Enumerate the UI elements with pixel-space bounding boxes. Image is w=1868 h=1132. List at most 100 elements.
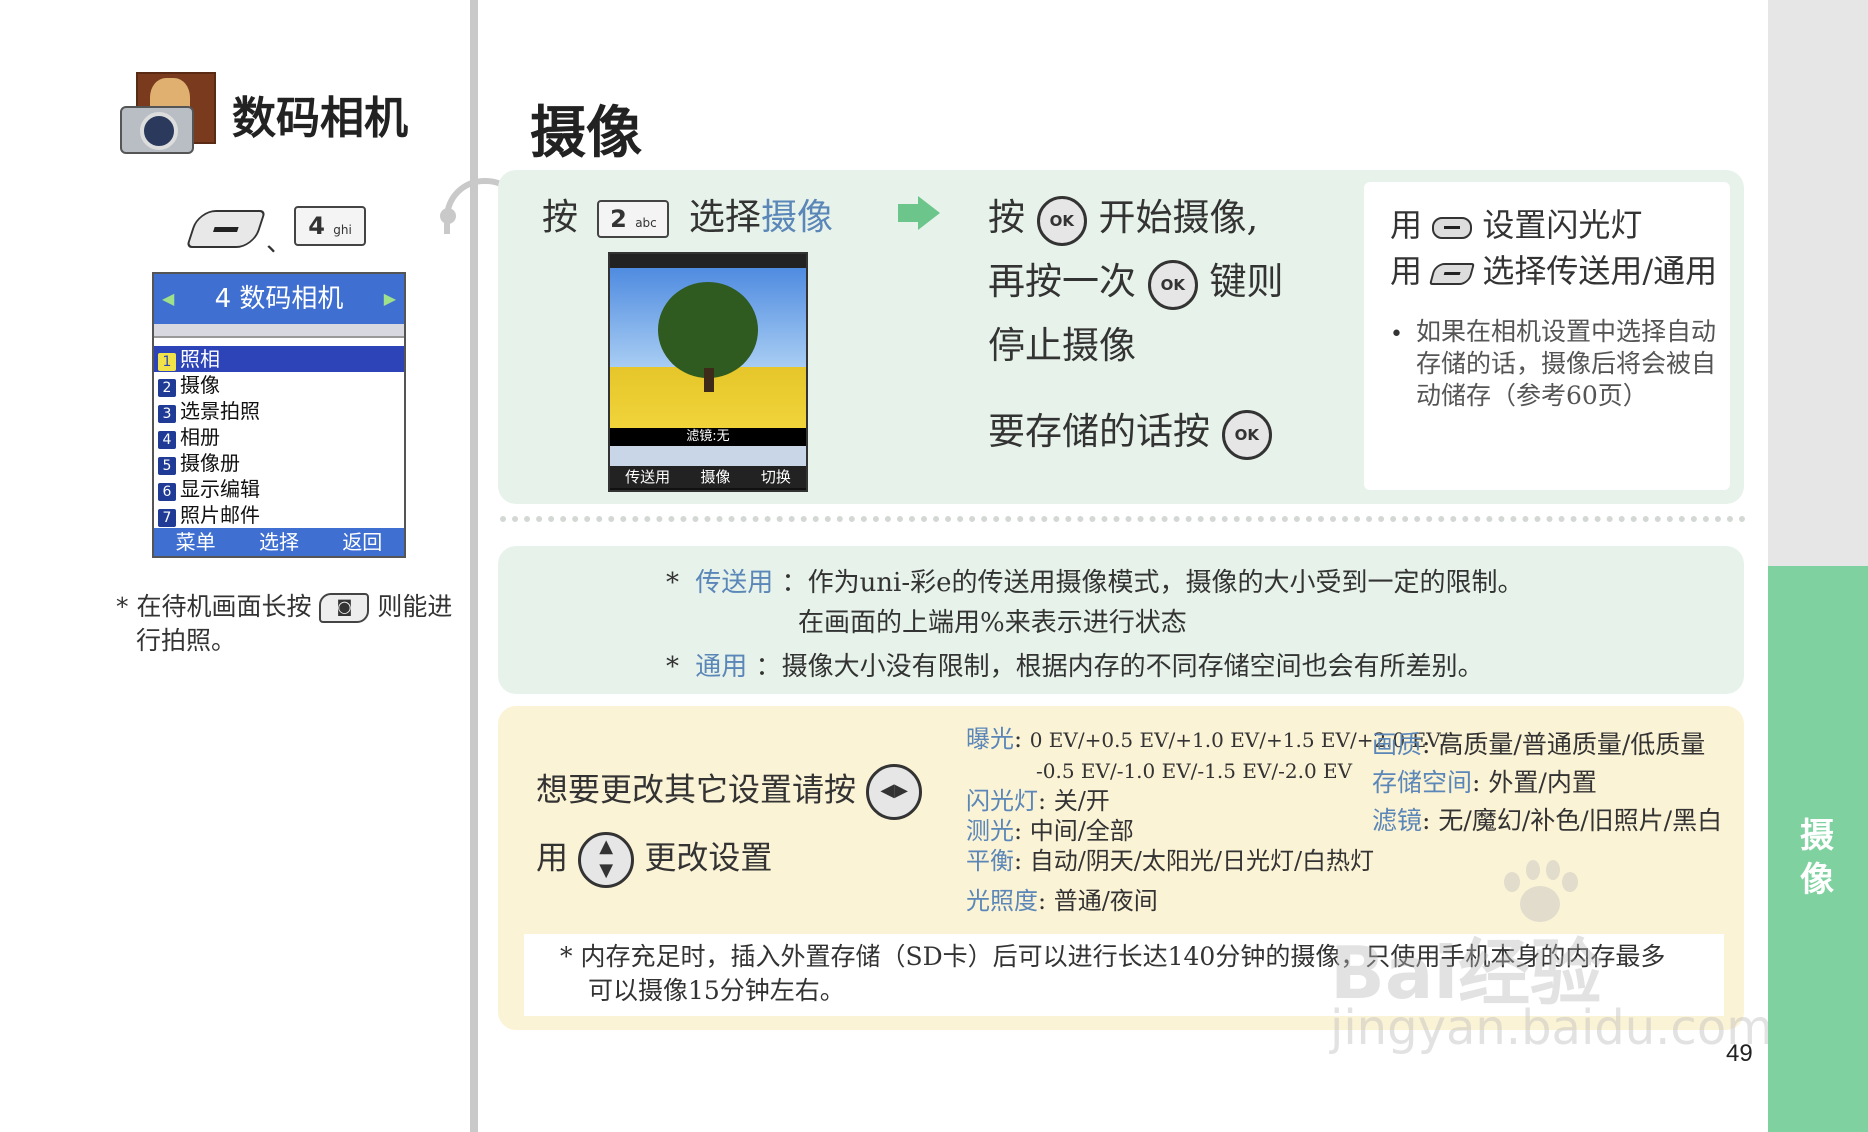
menu-item-label: 选景拍照 [180, 399, 260, 423]
step2-text: 再按一次 [988, 260, 1136, 303]
tip-text: 设置闪光灯 [1482, 206, 1643, 244]
ok-button-icon: OK [1221, 409, 1272, 460]
page-title: 摄像 [530, 101, 642, 166]
setting-label: 测光 [966, 817, 1014, 845]
setting-value: -0.5 EV/-1.0 EV/-1.5 EV/-2.0 EV [1036, 759, 1353, 783]
up-down-nav-key-icon: ▲ ▼ [578, 832, 635, 888]
step2-line2: 再按一次 OK 键则 [988, 250, 1284, 314]
setting-label: 画质 [1372, 730, 1423, 759]
phone-screen-title: 4 数码相机 [214, 284, 344, 314]
mode-name: 通用 [695, 652, 748, 682]
setting-balance: 平衡: 自动/阴天/太阳光/日光灯/白热灯 [966, 847, 1375, 875]
tip-line-2: 用 选择传送用/通用 [1390, 246, 1717, 292]
menu-item[interactable]: 7 照片邮件 [154, 502, 404, 528]
chapter-tab-char1: 摄 [1800, 816, 1834, 856]
tip-text: 用 [1390, 206, 1423, 244]
memory-note-line1: * 内存充足时，插入外置存储（SD卡）后可以进行长达140分钟的摄像，只使用手机… [560, 940, 1665, 974]
setting-filter: 滤镜: 无/魔幻/补色/旧照片/黑白 [1372, 806, 1723, 835]
memory-note-line2: 可以摄像15分钟左右。 [588, 976, 845, 1005]
key-4-letters: ghi [333, 223, 352, 237]
tip-text: 用 [1390, 252, 1423, 290]
settings-intro-2: 用 ▲ ▼ 更改设置 [536, 832, 772, 888]
hook-end-dot [440, 208, 456, 224]
settings-panel: 想要更改其它设置请按 ◀▶ 用 ▲ ▼ 更改设置 曝光: 0 EV/+0.5 EV… [498, 706, 1744, 1030]
key-2-digit: 2 [610, 205, 627, 233]
mode-general: * 通用 ：摄像大小没有限制，根据内存的不同存储空间也会有所差别。 [666, 646, 1484, 683]
menu-item[interactable]: 3 选景拍照 [154, 398, 404, 424]
note-asterisk: * [116, 592, 129, 621]
softkey-menu[interactable]: 菜单 [176, 528, 216, 556]
note-text-2: 则能进 [377, 592, 453, 621]
softkey-switch[interactable]: 切换 [761, 466, 791, 488]
menu-item[interactable]: 6 显示编辑 [154, 476, 404, 502]
setting-label: 曝光 [966, 725, 1014, 753]
setting-value: 外置/内置 [1488, 768, 1597, 797]
filter-label: 滤镜:无 [610, 428, 806, 446]
key-4-digit: 4 [308, 212, 325, 240]
settings-intro-1: 想要更改其它设置请按 ◀▶ [536, 764, 923, 820]
memory-note-text: 内存充足时，插入外置存储（SD卡）后可以进行长达140分钟的摄像，只使用手机本身… [580, 942, 1666, 971]
key-2-icon: 2 abc [597, 200, 670, 238]
softkey-back[interactable]: 返回 [342, 528, 382, 556]
preview-image [610, 268, 806, 428]
softkey-transfer[interactable]: 传送用 [625, 466, 670, 488]
header-right-arrow-icon: ▶ [383, 289, 396, 308]
menu-item[interactable]: 2 摄像 [154, 372, 404, 398]
phone-softkey-bar: 菜单 选择 返回 [154, 528, 404, 556]
note-text-3: 行拍照。 [136, 626, 237, 655]
mode-asterisk: * [666, 568, 679, 598]
camera-section-icon [120, 72, 216, 156]
mode-name: 传送用 [695, 568, 774, 598]
setting-storage: 存储空间: 外置/内置 [1372, 768, 1597, 797]
sidebar-note: * 在待机画面长按 ◙ 则能进 行拍照。 [116, 590, 466, 658]
menu-item-label: 相册 [180, 425, 220, 449]
step2-line4: 要存储的话按 OK [988, 400, 1284, 464]
softkey-select[interactable]: 选择 [259, 528, 299, 556]
menu-item-number: 4 [158, 431, 176, 449]
camera-preview-screen: 滤镜:无 传送用 摄像 切换 [608, 252, 808, 492]
setting-value: 高质量/普通质量/低质量 [1438, 730, 1706, 759]
mode-colon: ： [781, 568, 808, 598]
softkey-record[interactable]: 摄像 [700, 466, 730, 488]
setting-value: 关/开 [1053, 787, 1110, 815]
mode-desc: 作为uni-彩e的传送用摄像模式，摄像的大小受到一定的限制。 [807, 568, 1524, 598]
setting-quality: 画质: 高质量/普通质量/低质量 [1372, 730, 1706, 759]
phone-menu-screen: ◀ 4 数码相机 ▶ 1 照相 2 摄像 3 选景拍照 4 相册 5 摄像册 6 显示编辑 … [152, 272, 406, 558]
setting-label: 存储空间 [1372, 768, 1473, 797]
step2-line3: 停止摄像 [988, 324, 1136, 367]
setting-label: 光照度 [966, 887, 1038, 915]
menu-item-number: 7 [158, 509, 176, 527]
key-4-icon: 4 ghi [294, 206, 366, 246]
ok-button-icon: OK [1036, 195, 1087, 246]
settings-col-2: 画质: 高质量/普通质量/低质量 存储空间: 外置/内置 滤镜: 无/魔幻/补色… [1372, 726, 1722, 840]
right-softkey-icon [1432, 216, 1473, 239]
column-divider [470, 0, 478, 1132]
setting-value: 普通/夜间 [1053, 887, 1158, 915]
left-right-nav-key-icon: ◀▶ [866, 764, 923, 820]
menu-item[interactable]: 4 相册 [154, 424, 404, 450]
step2-instruction: 按 OK 开始摄像, 再按一次 OK 键则 停止摄像 要存储的话按 OK [988, 186, 1284, 464]
phone-screen-header: ◀ 4 数码相机 ▶ [154, 274, 404, 324]
memory-note-box: * 内存充足时，插入外置存储（SD卡）后可以进行长达140分钟的摄像，只使用手机… [524, 934, 1724, 1016]
step1-instruction: 按 2 abc 选择摄像 [542, 188, 833, 240]
step1-press: 按 [542, 197, 579, 238]
mode-colon: ： [755, 652, 782, 682]
step2-line1: 按 OK 开始摄像, [988, 186, 1284, 250]
tip-line-1: 用 设置闪光灯 [1390, 200, 1642, 246]
menu-item-label: 显示编辑 [180, 477, 260, 501]
menu-item-number: 5 [158, 457, 176, 475]
steps-panel: 按 2 abc 选择摄像 滤镜:无 传送用 摄像 切换 按 OK 开始摄像, 再… [498, 170, 1744, 504]
camera-key-icon: ◙ [319, 593, 370, 623]
page-number: 49 [1726, 1040, 1753, 1067]
step2-text: 按 [988, 196, 1025, 239]
tip-bullet: 如果在相机设置中选择自动存储的话，摄像后将会被自动储存（参考60页） [1416, 317, 1717, 410]
menu-item-label: 摄像册 [180, 451, 240, 475]
mode-asterisk: * [666, 652, 679, 682]
step1-target: 摄像 [760, 197, 833, 238]
camera-softkey-bar: 传送用 摄像 切换 [610, 466, 806, 488]
menu-item[interactable]: 5 摄像册 [154, 450, 404, 476]
step2-text: 要存储的话按 [988, 410, 1210, 453]
section-title: 数码相机 [232, 93, 408, 144]
menu-item[interactable]: 1 照相 [154, 346, 404, 372]
setting-value: 中间/全部 [1029, 817, 1134, 845]
